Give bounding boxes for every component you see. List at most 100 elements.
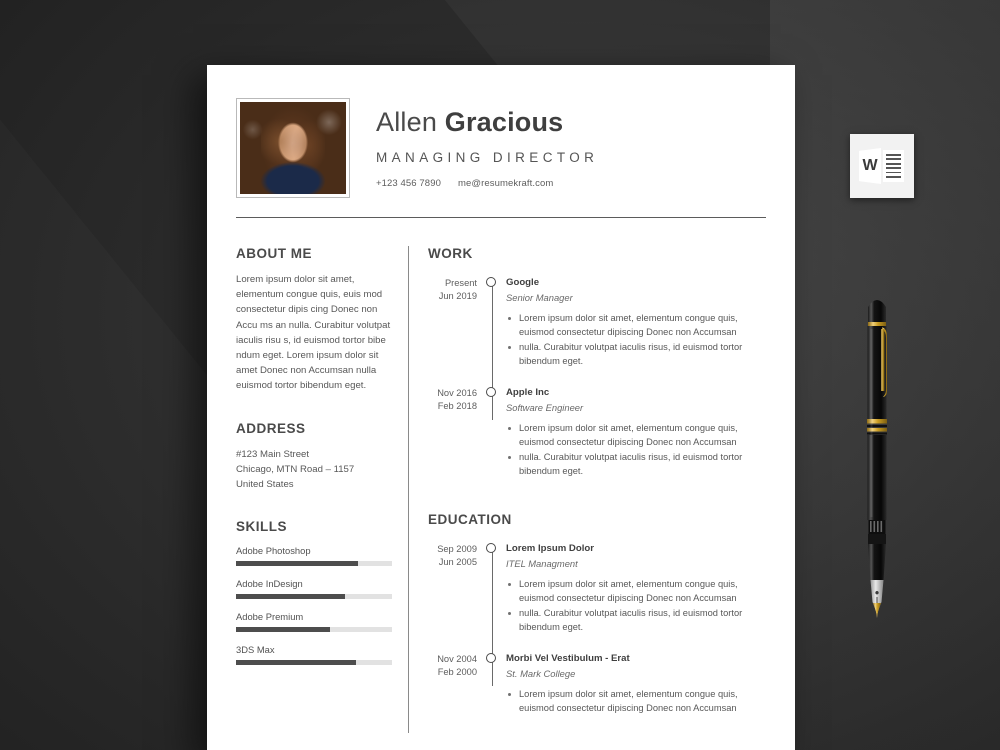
skill-bar-track <box>236 660 392 666</box>
skill-name: Adobe Premium <box>236 611 304 623</box>
address-title: ADDRESS <box>236 420 306 436</box>
timeline-bullet: nulla. Curabitur volutpat iaculis risus,… <box>506 450 766 478</box>
timeline-body: Lorem Ipsum Dolor ITEL Managment Lorem ips… <box>499 542 766 652</box>
skills-list: Adobe Photoshop Adobe InDesign Adobe Premi… <box>236 545 392 666</box>
phone-number: +123 456 7890 <box>376 177 441 189</box>
last-name: Gracious <box>444 107 564 137</box>
education-section: EDUCATION Sep 2009 Jun 2005 Lorem Ipsum Do… <box>428 512 766 733</box>
timeline-body: Apple Inc Software Engineer Lorem ipsum do… <box>499 386 766 496</box>
timeline-bullet: nulla. Curabitur volutpat iaculis risus,… <box>506 606 766 634</box>
address-line: United States <box>236 479 294 491</box>
timeline-rail <box>486 652 499 733</box>
timeline-line <box>492 548 494 658</box>
timeline-entry: Nov 2004 Feb 2000 Morbi Vel Vestibulum - E… <box>428 652 766 733</box>
address-section: ADDRESS #123 Main Street Chicago, MTN Roa… <box>236 421 392 493</box>
education-title: EDUCATION <box>428 512 512 527</box>
skill-name: Adobe InDesign <box>236 578 303 590</box>
timeline-position: St. Mark College <box>506 668 576 679</box>
timeline-date: Feb 2018 <box>437 401 477 411</box>
skill-bar-track <box>236 627 392 633</box>
timeline-bullet-list: Lorem ipsum dolor sit amet, elementum co… <box>506 421 766 478</box>
skill-bar-fill <box>236 561 358 567</box>
about-me-section: ABOUT ME Lorem ipsum dolor sit amet, ele… <box>236 246 392 394</box>
timeline-entry: Sep 2009 Jun 2005 Lorem Ipsum Dolor ITEL Ma… <box>428 542 766 658</box>
education-timeline: Sep 2009 Jun 2005 Lorem Ipsum Dolor ITEL Ma… <box>428 542 766 733</box>
skills-section: SKILLS Adobe Photoshop Adobe InDesign Adob… <box>236 519 392 666</box>
timeline-line <box>492 282 494 392</box>
email-address: me@resumekraft.com <box>457 177 554 189</box>
timeline-bullet-list: Lorem ipsum dolor sit amet, elementum co… <box>506 311 766 368</box>
timeline-body: Morbi Vel Vestibulum - Erat St. Mark Coll… <box>499 652 766 733</box>
address-line: Chicago, MTN Road – 1157 <box>236 463 355 475</box>
timeline-bullet: Lorem ipsum dolor sit amet, elementum co… <box>506 577 766 605</box>
timeline-bullet-list: Lorem ipsum dolor sit amet, elementum co… <box>506 687 766 715</box>
work-section: WORK Present Jun 2019 Google Senior Manager… <box>428 246 766 496</box>
timeline-marker-icon <box>486 387 496 397</box>
skill-bar-track <box>236 594 392 600</box>
header-divider <box>236 217 766 218</box>
timeline-rail <box>486 542 499 658</box>
timeline-bullet: Lorem ipsum dolor sit amet, elementum co… <box>506 311 766 339</box>
timeline-date: Sep 2009 <box>437 544 477 554</box>
skills-title: SKILLS <box>236 519 288 535</box>
timeline-dates: Nov 2016 Feb 2018 <box>428 386 486 496</box>
job-role: MANAGING DIRECTOR <box>376 149 599 165</box>
timeline-organization: Apple Inc <box>506 387 550 398</box>
skill-name: Adobe Photoshop <box>236 545 311 557</box>
timeline-position: Software Engineer <box>506 402 584 413</box>
timeline-entry: Nov 2016 Feb 2018 Apple Inc Software Engine… <box>428 386 766 496</box>
resume-columns: ABOUT ME Lorem ipsum dolor sit amet, ele… <box>236 246 766 733</box>
page-title: Allen Gracious <box>376 107 766 138</box>
timeline-marker-icon <box>486 653 496 663</box>
sidebar-column: ABOUT ME Lorem ipsum dolor sit amet, ele… <box>236 246 408 733</box>
timeline-organization: Morbi Vel Vestibulum - Erat <box>506 653 630 664</box>
skill-item: Adobe InDesign <box>236 578 392 600</box>
about-me-text: Lorem ipsum dolor sit amet, elementum co… <box>236 274 391 392</box>
timeline-position: ITEL Managment <box>506 558 578 569</box>
timeline-date: Nov 2004 <box>437 654 477 664</box>
resume-header: Allen Gracious MANAGING DIRECTOR +123 45… <box>236 98 766 198</box>
first-name: Allen <box>376 107 438 137</box>
skill-item: 3DS Max <box>236 644 392 666</box>
microsoft-word-icon[interactable]: W <box>850 134 914 198</box>
word-icon-letter: W <box>862 157 878 174</box>
timeline-dates: Sep 2009 Jun 2005 <box>428 542 486 652</box>
fountain-pen <box>867 300 887 618</box>
timeline-position: Senior Manager <box>506 292 573 303</box>
timeline-bullet: nulla. Curabitur volutpat iaculis risus,… <box>506 340 766 368</box>
timeline-rail <box>486 276 499 392</box>
timeline-dates: Present Jun 2019 <box>428 276 486 386</box>
main-column: WORK Present Jun 2019 Google Senior Manager… <box>409 246 766 733</box>
timeline-date: Present <box>444 278 477 288</box>
skill-bar-track <box>236 561 392 567</box>
timeline-date: Feb 2000 <box>437 667 477 677</box>
timeline-bullet-list: Lorem ipsum dolor sit amet, elementum co… <box>506 577 766 634</box>
work-title: WORK <box>428 246 473 261</box>
timeline-entry: Present Jun 2019 Google Senior Manager Lorem… <box>428 276 766 392</box>
address-line: #123 Main Street <box>236 448 310 460</box>
timeline-dates: Nov 2004 Feb 2000 <box>428 652 486 733</box>
timeline-date: Jun 2005 <box>438 557 477 567</box>
timeline-body: Google Senior Manager Lorem ipsum dolor si… <box>499 276 766 386</box>
resume-page: Allen Gracious MANAGING DIRECTOR +123 45… <box>207 65 795 750</box>
word-icon-document <box>883 150 904 182</box>
skill-bar-fill <box>236 627 330 633</box>
timeline-bullet: Lorem ipsum dolor sit amet, elementum co… <box>506 687 766 715</box>
skill-bar-fill <box>236 594 346 600</box>
timeline-organization: Google <box>506 277 540 288</box>
timeline-date: Jun 2019 <box>438 291 477 301</box>
timeline-rail <box>486 386 499 496</box>
timeline-bullet: Lorem ipsum dolor sit amet, elementum co… <box>506 421 766 449</box>
skill-item: Adobe Photoshop <box>236 545 392 567</box>
work-timeline: Present Jun 2019 Google Senior Manager Lorem… <box>428 276 766 496</box>
skill-name: 3DS Max <box>236 644 275 656</box>
profile-photo <box>240 102 346 194</box>
contact-row: +123 456 7890 me@resumekraft.com <box>376 178 766 189</box>
profile-photo-frame <box>236 98 350 198</box>
address-lines: #123 Main Street Chicago, MTN Road – 1157… <box>236 447 392 493</box>
timeline-organization: Lorem Ipsum Dolor <box>506 543 594 554</box>
timeline-marker-icon <box>486 277 496 287</box>
skill-bar-fill <box>236 660 357 666</box>
about-me-title: ABOUT ME <box>236 246 312 261</box>
header-text-block: Allen Gracious MANAGING DIRECTOR +123 45… <box>376 98 766 189</box>
